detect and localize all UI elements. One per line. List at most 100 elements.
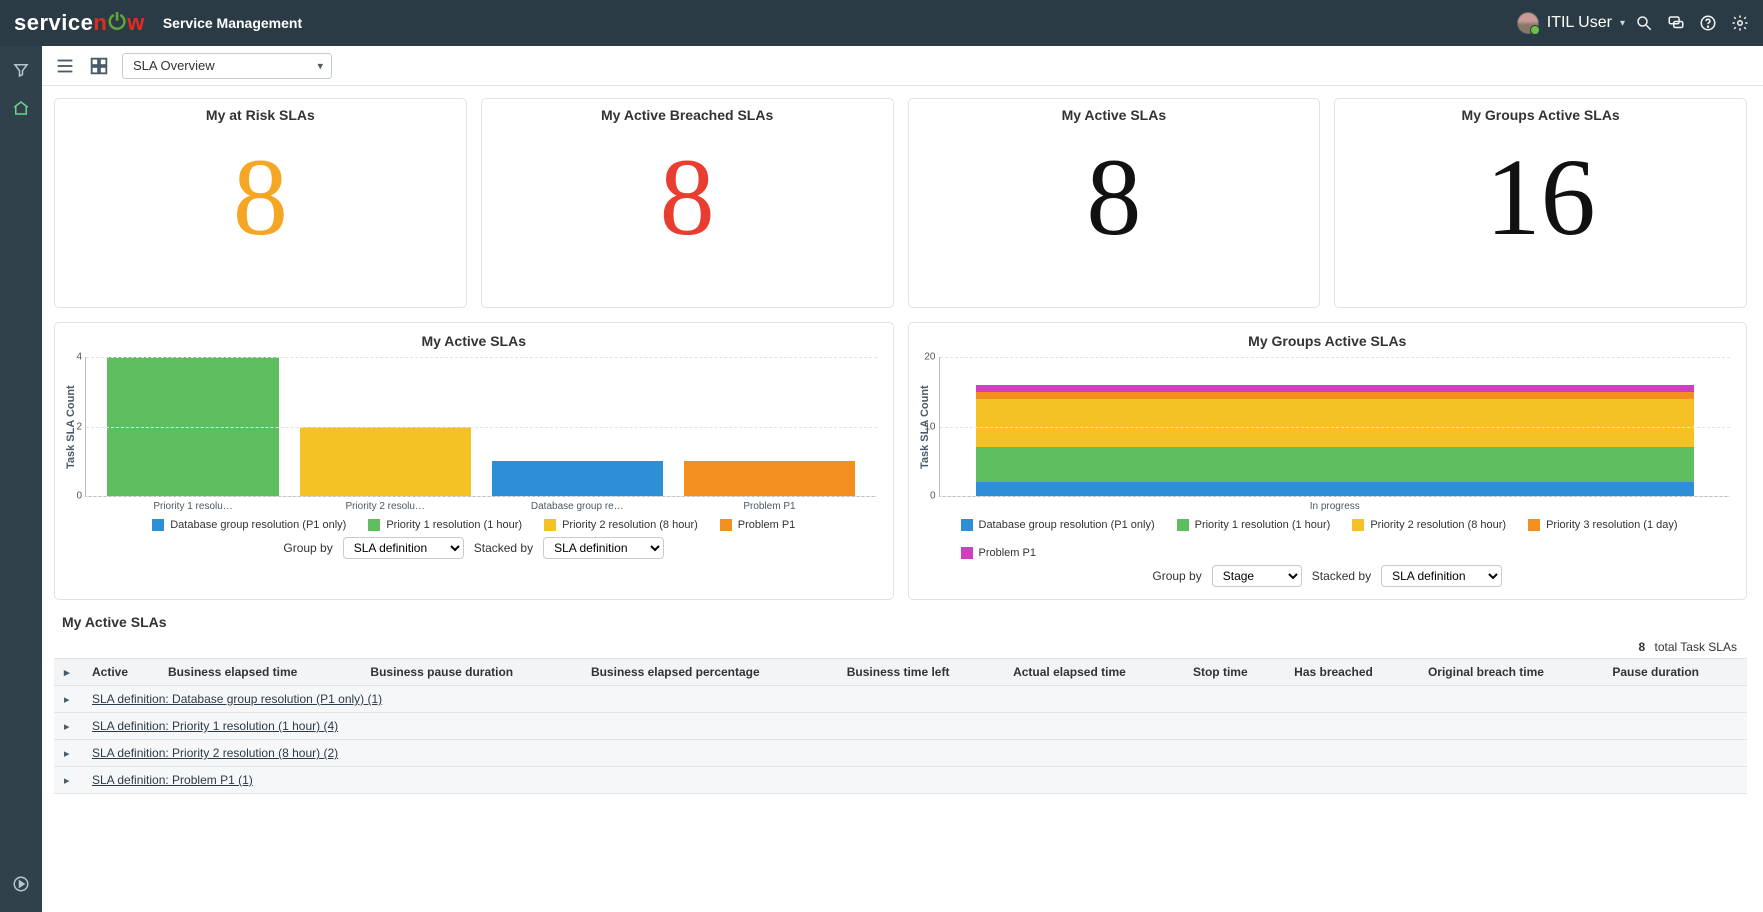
legend-item[interactable]: Database group resolution (P1 only) bbox=[961, 519, 1155, 531]
bar[interactable] bbox=[492, 461, 663, 496]
group-row[interactable]: ▸ SLA definition: Priority 2 resolution … bbox=[54, 740, 1747, 767]
table-meta: 8 total Task SLAs bbox=[54, 636, 1747, 658]
stack-segment[interactable] bbox=[976, 447, 1695, 482]
summary-card[interactable]: My Active Breached SLAs 8 bbox=[481, 98, 894, 308]
chart-controls: Group by Stage Stacked by SLA definition bbox=[919, 565, 1737, 587]
table-body: ▸ SLA definition: Database group resolut… bbox=[54, 686, 1747, 794]
chart-title: My Active SLAs bbox=[65, 333, 883, 349]
chat-icon[interactable] bbox=[1667, 14, 1685, 32]
groupby-label: Group by bbox=[1152, 569, 1201, 583]
stack-segment[interactable] bbox=[976, 482, 1695, 496]
stackedby-label: Stacked by bbox=[1312, 569, 1371, 583]
group-link[interactable]: SLA definition: Priority 2 resolution (8… bbox=[92, 746, 338, 760]
chart-groups-active-slas: My Groups Active SLAs Task SLA Count In … bbox=[908, 322, 1748, 600]
col-header[interactable]: Original breach time bbox=[1418, 659, 1602, 686]
chart-title: My Groups Active SLAs bbox=[919, 333, 1737, 349]
bar[interactable] bbox=[300, 427, 471, 497]
card-value: 16 bbox=[1486, 131, 1596, 263]
bar-category-label: Priority 2 resolu… bbox=[345, 501, 424, 512]
stacked-bar-chart[interactable]: In progress 01020 bbox=[939, 357, 1731, 497]
card-title: My at Risk SLAs bbox=[206, 107, 315, 123]
legend-item[interactable]: Priority 1 resolution (1 hour) bbox=[1177, 519, 1331, 531]
bar-category-label: Database group re… bbox=[531, 501, 624, 512]
summary-cards: My at Risk SLAs 8My Active Breached SLAs… bbox=[54, 98, 1747, 308]
groupby-select[interactable]: Stage bbox=[1212, 565, 1302, 587]
chevron-right-icon[interactable]: ▸ bbox=[64, 694, 70, 706]
col-header[interactable]: Business pause duration bbox=[360, 659, 581, 686]
col-header[interactable]: Business time left bbox=[837, 659, 1003, 686]
card-title: My Active SLAs bbox=[1062, 107, 1167, 123]
groupby-select[interactable]: SLA definition bbox=[343, 537, 464, 559]
stack-segment[interactable] bbox=[976, 392, 1695, 399]
group-row[interactable]: ▸ SLA definition: Priority 1 resolution … bbox=[54, 713, 1747, 740]
groupby-label: Group by bbox=[283, 541, 332, 555]
col-header[interactable]: Has breached bbox=[1284, 659, 1418, 686]
bar[interactable] bbox=[684, 461, 855, 496]
summary-card[interactable]: My Active SLAs 8 bbox=[908, 98, 1321, 308]
col-header[interactable]: Actual elapsed time bbox=[1003, 659, 1183, 686]
card-value: 8 bbox=[233, 131, 288, 263]
legend-item[interactable]: Problem P1 bbox=[720, 519, 795, 531]
bar-category-label: Problem P1 bbox=[743, 501, 795, 512]
filter-icon[interactable] bbox=[7, 56, 35, 84]
legend-item[interactable]: Priority 2 resolution (8 hour) bbox=[1352, 519, 1506, 531]
legend-item[interactable]: Priority 3 resolution (1 day) bbox=[1528, 519, 1677, 531]
user-menu[interactable]: ITIL User ▾ bbox=[1517, 12, 1625, 34]
group-link[interactable]: SLA definition: Priority 1 resolution (1… bbox=[92, 719, 338, 733]
x-axis-label: In progress bbox=[940, 501, 1731, 512]
chart-legend: Database group resolution (P1 only) Prior… bbox=[925, 519, 1731, 559]
chart-my-active-slas: My Active SLAs Task SLA Count Priority 1… bbox=[54, 322, 894, 600]
chart-legend: Database group resolution (P1 only) Prior… bbox=[71, 519, 877, 531]
summary-card[interactable]: My Groups Active SLAs 16 bbox=[1334, 98, 1747, 308]
legend-item[interactable]: Database group resolution (P1 only) bbox=[152, 519, 346, 531]
bar-chart[interactable]: Priority 1 resolu… Priority 2 resolu… Da… bbox=[85, 357, 877, 497]
dashboard-body: My at Risk SLAs 8My Active Breached SLAs… bbox=[42, 86, 1763, 912]
dashboard-toolbar: SLA Overview bbox=[42, 46, 1763, 86]
legend-item[interactable]: Priority 2 resolution (8 hour) bbox=[544, 519, 698, 531]
table-count: 8 bbox=[1638, 640, 1645, 654]
group-link[interactable]: SLA definition: Database group resolutio… bbox=[92, 692, 382, 706]
stackedby-select[interactable]: SLA definition bbox=[1381, 565, 1502, 587]
chevron-right-icon[interactable]: ▸ bbox=[64, 775, 70, 787]
legend-item[interactable]: Priority 1 resolution (1 hour) bbox=[368, 519, 522, 531]
dashboard-selector[interactable]: SLA Overview bbox=[122, 53, 332, 79]
chevron-down-icon: ▾ bbox=[1620, 18, 1625, 29]
col-header[interactable]: Business elapsed time bbox=[158, 659, 360, 686]
app-title: Service Management bbox=[163, 15, 302, 31]
sla-table: ▸ ActiveBusiness elapsed timeBusiness pau… bbox=[54, 658, 1747, 794]
col-header[interactable]: Pause duration bbox=[1602, 659, 1747, 686]
card-title: My Groups Active SLAs bbox=[1462, 107, 1620, 123]
avatar bbox=[1517, 12, 1539, 34]
gear-icon[interactable] bbox=[1731, 14, 1749, 32]
expand-all-icon[interactable]: ▸ bbox=[64, 667, 70, 679]
table-header-row: ▸ ActiveBusiness elapsed timeBusiness pau… bbox=[54, 659, 1747, 686]
chevron-right-icon[interactable]: ▸ bbox=[64, 748, 70, 760]
search-icon[interactable] bbox=[1635, 14, 1653, 32]
bar-category-label: Priority 1 resolu… bbox=[153, 501, 232, 512]
help-icon[interactable] bbox=[1699, 14, 1717, 32]
brand-logo[interactable]: servicen⏻w bbox=[14, 10, 145, 36]
group-link[interactable]: SLA definition: Problem P1 (1) bbox=[92, 773, 253, 787]
group-row[interactable]: ▸ SLA definition: Problem P1 (1) bbox=[54, 767, 1747, 794]
col-header[interactable]: Business elapsed percentage bbox=[581, 659, 837, 686]
user-name: ITIL User bbox=[1547, 14, 1612, 32]
grid-icon[interactable] bbox=[88, 55, 110, 77]
play-icon[interactable] bbox=[7, 870, 35, 898]
list-icon[interactable] bbox=[54, 55, 76, 77]
legend-item[interactable]: Problem P1 bbox=[961, 547, 1036, 559]
stackedby-select[interactable]: SLA definition bbox=[543, 537, 664, 559]
chart-controls: Group by SLA definition Stacked by SLA d… bbox=[65, 537, 883, 559]
group-row[interactable]: ▸ SLA definition: Database group resolut… bbox=[54, 686, 1747, 713]
card-title: My Active Breached SLAs bbox=[601, 107, 773, 123]
stack-segment[interactable] bbox=[976, 385, 1695, 392]
table-my-active-slas: My Active SLAs 8 total Task SLAs ▸Active… bbox=[54, 614, 1747, 794]
col-header[interactable]: Stop time bbox=[1183, 659, 1284, 686]
home-icon[interactable] bbox=[7, 94, 35, 122]
stack-segment[interactable] bbox=[976, 399, 1695, 448]
card-value: 8 bbox=[1086, 131, 1141, 263]
summary-card[interactable]: My at Risk SLAs 8 bbox=[54, 98, 467, 308]
dashboard-select[interactable]: SLA Overview bbox=[122, 53, 332, 79]
col-header[interactable]: Active bbox=[82, 659, 158, 686]
chevron-right-icon[interactable]: ▸ bbox=[64, 721, 70, 733]
card-value: 8 bbox=[660, 131, 715, 263]
